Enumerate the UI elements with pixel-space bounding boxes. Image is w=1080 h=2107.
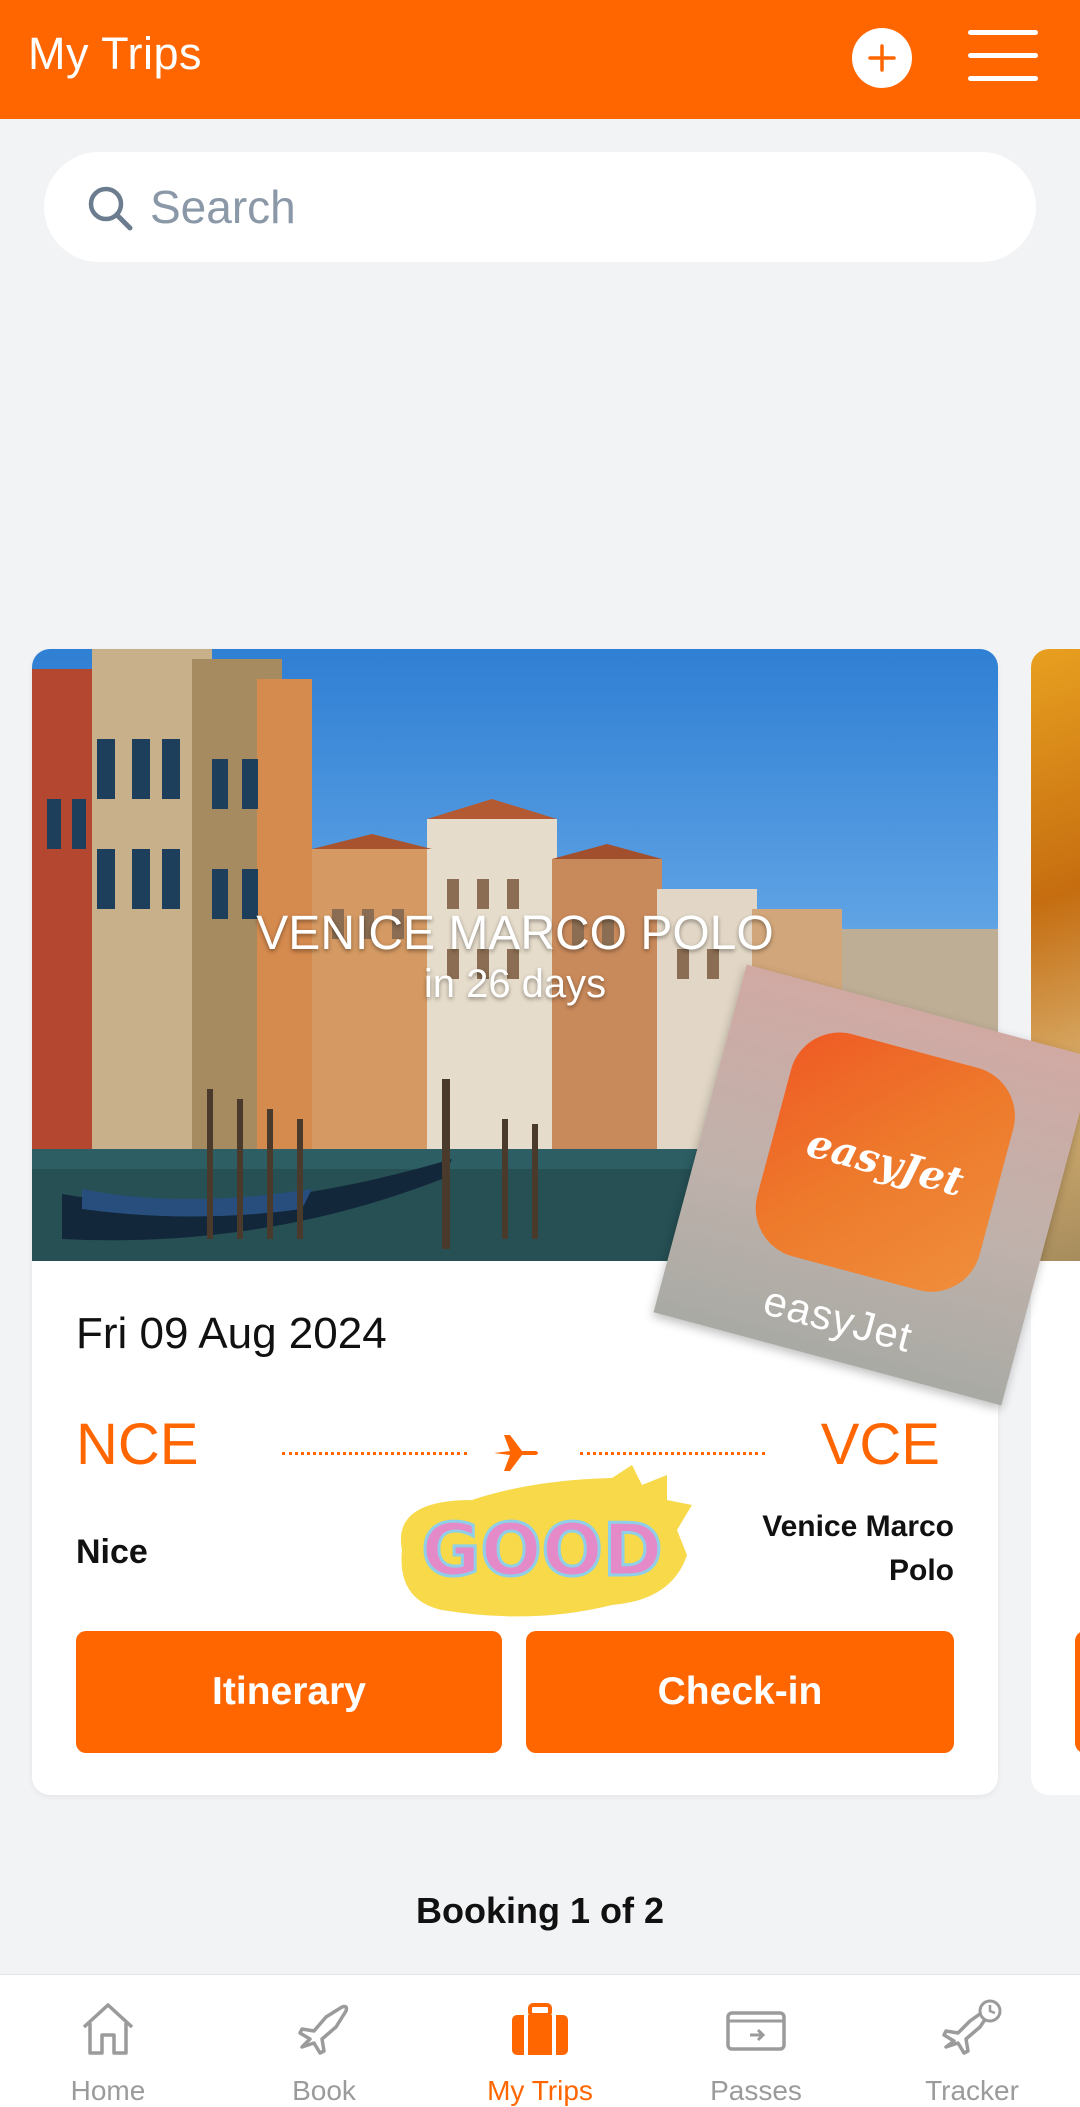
destination-city-name: Venice Marco Polo bbox=[762, 1510, 954, 1587]
next-card-button bbox=[1075, 1631, 1080, 1753]
good-sticker: GOOD bbox=[400, 1465, 692, 1617]
easyjet-app-icon: easyJet bbox=[744, 1021, 1027, 1303]
search-input[interactable] bbox=[148, 176, 952, 238]
route-line-left bbox=[282, 1452, 467, 1455]
page-title: My Trips bbox=[28, 28, 203, 79]
nav-home-label: Home bbox=[70, 2075, 146, 2106]
hamburger-menu-icon[interactable] bbox=[968, 30, 1038, 82]
booking-pager: Booking 1 of 2 bbox=[415, 1890, 664, 1931]
origin-city-name: Nice bbox=[76, 1533, 148, 1571]
app-header: My Trips bbox=[0, 0, 1080, 119]
itinerary-button[interactable]: Itinerary bbox=[76, 1631, 502, 1753]
check-in-button[interactable]: Check-in bbox=[526, 1631, 954, 1753]
add-trip-button[interactable] bbox=[852, 28, 912, 88]
flight-tracker-icon bbox=[942, 1999, 1002, 2055]
nav-passes-label: Passes bbox=[710, 2075, 802, 2106]
route-line-right bbox=[580, 1452, 765, 1455]
destination-title: VENICE MARCO POLO bbox=[256, 907, 774, 960]
search-bar-area bbox=[0, 119, 1080, 262]
nav-home[interactable]: Home bbox=[0, 1975, 216, 2107]
nav-passes[interactable]: Passes bbox=[648, 1975, 864, 2107]
app-icon-logo-text: easyJet bbox=[801, 1118, 969, 1206]
nav-book[interactable]: Book bbox=[216, 1975, 432, 2107]
nav-my-trips[interactable]: My Trips bbox=[432, 1975, 648, 2107]
nav-book-label: Book bbox=[292, 2075, 356, 2106]
suitcase-icon bbox=[512, 2003, 568, 2055]
origin-airport-code: NCE bbox=[76, 1412, 199, 1477]
flight-date: Fri 09 Aug 2024 bbox=[76, 1309, 387, 1358]
nav-tracker[interactable]: Tracker bbox=[864, 1975, 1080, 2107]
bottom-navigation: Home Book My Trips Passes Tracker bbox=[0, 1974, 1080, 2107]
search-box[interactable] bbox=[44, 152, 1036, 262]
plus-icon bbox=[868, 44, 896, 72]
nav-tracker-label: Tracker bbox=[925, 2075, 1019, 2106]
boarding-pass-icon bbox=[726, 2011, 786, 2051]
svg-text:GOOD: GOOD bbox=[421, 1508, 662, 1592]
nav-my-trips-label: My Trips bbox=[487, 2075, 593, 2106]
search-icon bbox=[88, 186, 133, 231]
destination-airport-code: VCE bbox=[820, 1412, 940, 1477]
plane-icon bbox=[298, 2004, 349, 2055]
home-icon bbox=[82, 2003, 134, 2055]
